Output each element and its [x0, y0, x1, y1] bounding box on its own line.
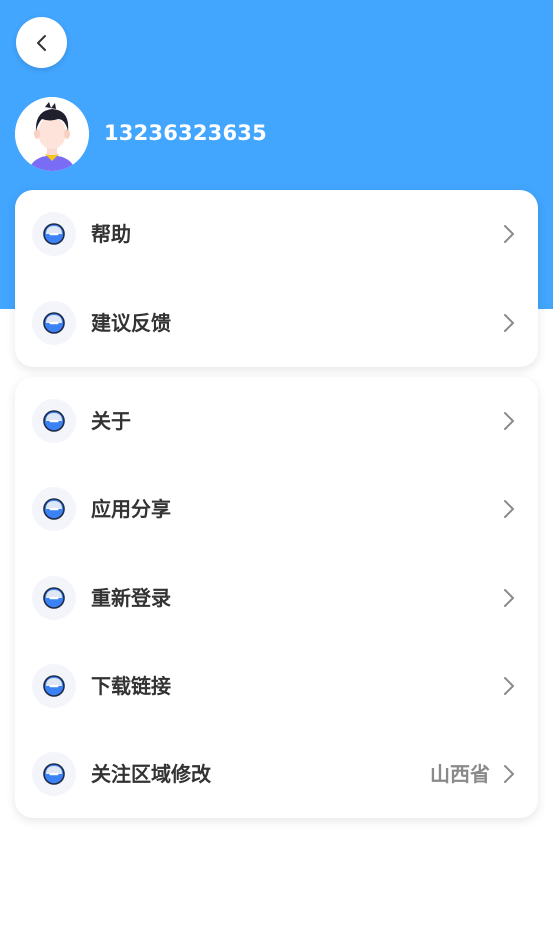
menu-item-download-link[interactable]: 下载链接 — [15, 642, 538, 730]
minus-circle-icon — [32, 664, 76, 708]
minus-circle-icon — [32, 487, 76, 531]
menu-item-feedback[interactable]: 建议反馈 — [15, 279, 538, 367]
menu-item-relogin[interactable]: 重新登录 — [15, 554, 538, 642]
menu-card-secondary: 关于 应用分享 重新登录 下载链接 关注区域修改 山西省 — [15, 377, 538, 818]
chevron-right-icon — [504, 589, 514, 607]
chevron-right-icon — [504, 677, 514, 695]
menu-item-help[interactable]: 帮助 — [15, 190, 538, 278]
minus-circle-icon — [32, 576, 76, 620]
menu-item-label: 重新登录 — [91, 586, 171, 610]
back-button[interactable] — [16, 17, 67, 68]
avatar[interactable] — [15, 97, 89, 171]
minus-circle-icon — [32, 301, 76, 345]
menu-item-share-app[interactable]: 应用分享 — [15, 465, 538, 553]
menu-item-label: 应用分享 — [91, 497, 171, 521]
user-phone: 13236323635 — [104, 121, 267, 145]
minus-circle-icon — [32, 212, 76, 256]
menu-item-region-edit[interactable]: 关注区域修改 山西省 — [15, 730, 538, 818]
chevron-right-icon — [504, 412, 514, 430]
chevron-right-icon — [504, 500, 514, 518]
menu-item-label: 关于 — [91, 409, 131, 433]
chevron-right-icon — [504, 314, 514, 332]
menu-card-primary: 帮助 建议反馈 — [15, 190, 538, 367]
chevron-right-icon — [504, 765, 514, 783]
menu-item-label: 下载链接 — [91, 674, 171, 698]
avatar-illustration — [15, 97, 89, 171]
menu-item-label: 建议反馈 — [91, 311, 171, 335]
menu-item-label: 关注区域修改 — [91, 762, 211, 786]
chevron-left-icon — [36, 34, 46, 51]
menu-item-about[interactable]: 关于 — [15, 377, 538, 465]
minus-circle-icon — [32, 399, 76, 443]
menu-item-label: 帮助 — [91, 222, 131, 246]
minus-circle-icon — [32, 752, 76, 796]
chevron-right-icon — [504, 225, 514, 243]
region-value: 山西省 — [430, 762, 490, 786]
